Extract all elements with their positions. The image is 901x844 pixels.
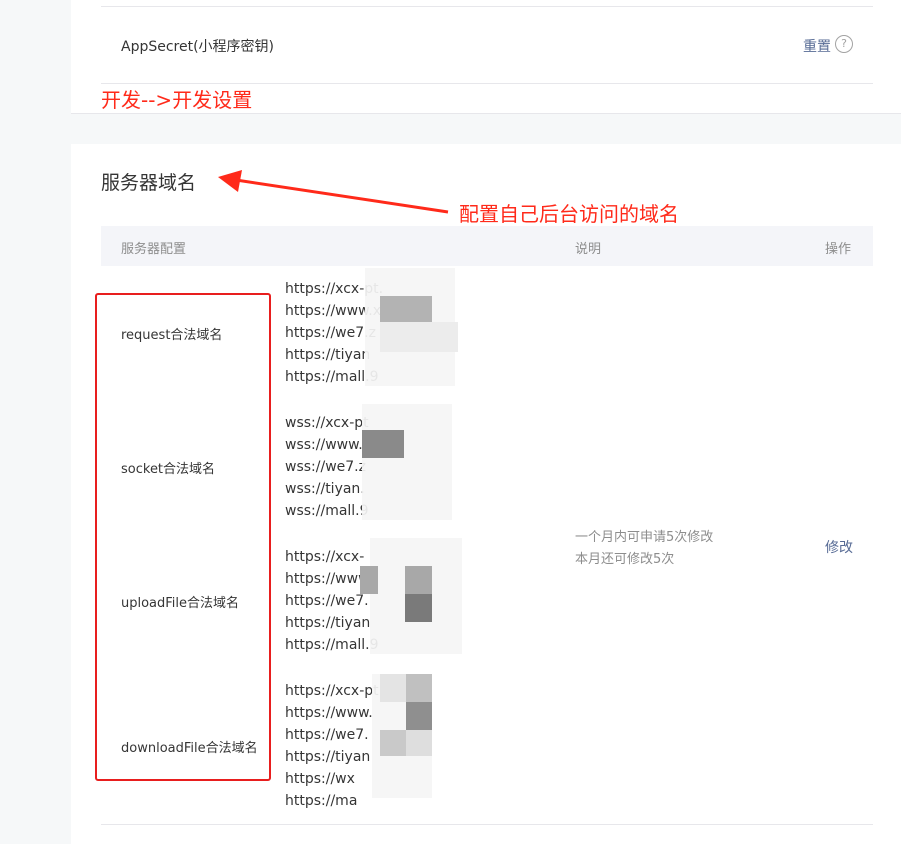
table-header: [101, 226, 873, 266]
domain-url: https://tiyan: [285, 615, 371, 631]
domain-url: https://we7.z: [285, 325, 376, 341]
domain-url: https://ma: [285, 793, 358, 809]
domain-url: https://mall.9: [285, 637, 379, 653]
domain-url: https://wx: [285, 771, 355, 787]
domain-url: https://we7.: [285, 593, 369, 609]
modify-quota-description: 一个月内可申请5次修改: [575, 530, 714, 545]
domain-url: https://www.: [285, 705, 373, 721]
column-header-operation: 操作: [825, 242, 852, 257]
domain-url: https://we7.: [285, 727, 369, 743]
divider: [101, 824, 873, 825]
domain-url: wss://tiyan.: [285, 481, 365, 497]
modify-remaining-description: 本月还可修改5次: [575, 552, 675, 567]
annotation-highlight-box: [95, 293, 271, 781]
domain-url: wss://mall.9: [285, 503, 369, 519]
domain-url: wss://we7.z: [285, 459, 366, 475]
modify-button[interactable]: 修改: [825, 537, 853, 557]
domain-url: https://xcx-pt: [285, 683, 379, 699]
domain-url: https://xcx-: [285, 549, 365, 565]
domain-url: wss://xcx-pt: [285, 415, 369, 431]
domain-url: wss://www.: [285, 437, 363, 453]
annotation-domain-note: 配置自己后台访问的域名: [459, 202, 679, 226]
domain-url: https://tiyan: [285, 347, 371, 363]
domain-url: https://tiyan: [285, 749, 371, 765]
domain-url: https://www: [285, 571, 370, 587]
column-header-config: 服务器配置: [121, 242, 187, 257]
column-header-description: 说明: [575, 242, 602, 257]
